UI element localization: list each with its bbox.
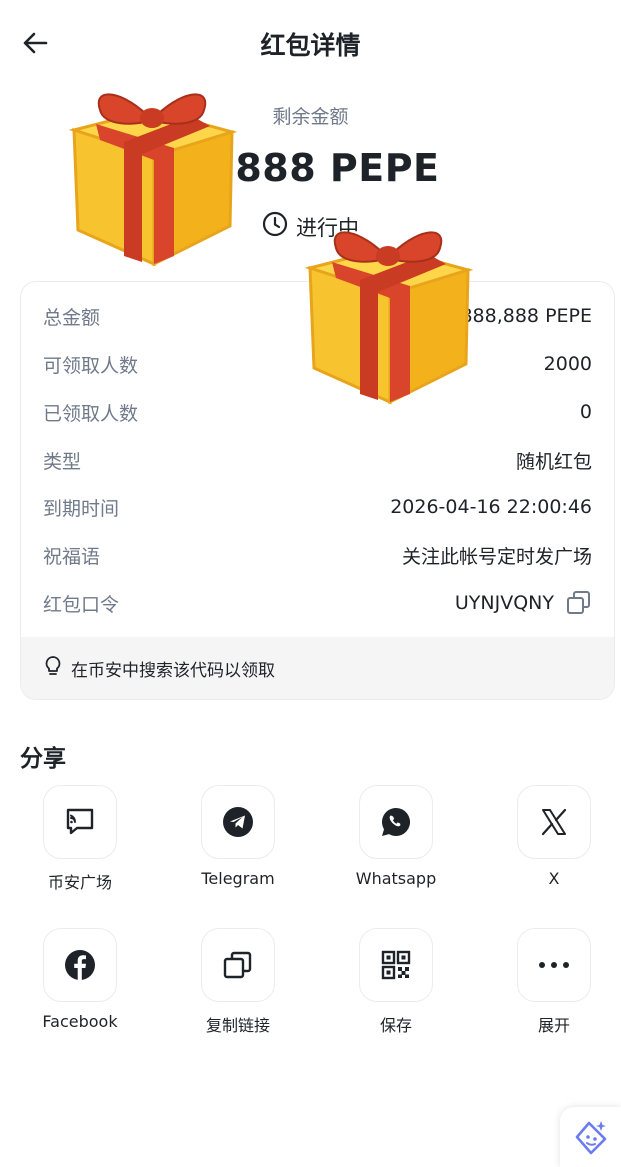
share-facebook-button[interactable]: Facebook [20,928,140,1031]
detail-label: 类型 [43,450,82,473]
square-chat-icon [43,785,117,859]
share-label: Whatsapp [355,869,437,888]
share-label: 币安广场 [47,873,112,892]
detail-row-code: 红包口令 UYNJVQNY [43,588,592,618]
red-packet-code: UYNJVQNY [454,592,554,614]
share-x-button[interactable]: X [494,785,614,888]
page-title: 红包详情 [260,31,361,60]
share-binance-square-button[interactable]: 币安广场 [20,785,140,893]
share-more-button[interactable]: 展开 [494,928,614,1036]
lightbulb-icon [43,655,63,682]
detail-label: 到期时间 [43,497,120,520]
detail-label: 可领取人数 [43,354,139,377]
gift-box-icon [304,231,474,405]
copy-icon[interactable] [566,590,592,616]
telegram-icon [201,785,275,859]
detail-row-expiry: 到期时间 2026-04-16 22:00:46 [43,492,592,522]
copy-link-icon [201,928,275,1002]
share-label: Telegram [201,869,275,888]
x-icon [517,785,591,859]
share-label: Facebook [42,1012,118,1031]
detail-label: 已领取人数 [43,402,139,425]
share-title: 分享 [20,746,66,772]
share-label: X [548,869,560,888]
facebook-icon [43,928,117,1002]
tip-bar: 在币安中搜索该代码以领取 [21,637,614,699]
detail-value: 2026-04-16 22:00:46 [390,496,592,518]
detail-value: 2000 [543,353,592,375]
detail-value: 关注此帐号定时发广场 [401,545,592,568]
gift-box-icon [68,93,238,267]
detail-label: 祝福语 [43,545,101,568]
detail-row-type: 类型 随机红包 [43,445,592,475]
qr-code-icon [359,928,433,1002]
share-copy-link-button[interactable]: 复制链接 [178,928,298,1036]
share-label: 复制链接 [205,1016,270,1035]
whatsapp-icon [359,785,433,859]
tip-text: 在币安中搜索该代码以领取 [71,660,275,681]
detail-row-greeting: 祝福语 关注此帐号定时发广场 [43,540,592,570]
detail-label: 红包口令 [43,593,120,616]
clock-icon [262,211,288,242]
detail-value: 随机红包 [515,450,592,473]
detail-label: 总金额 [43,306,101,329]
detail-value-code: UYNJVQNY [455,590,592,616]
share-label: 保存 [379,1016,412,1035]
share-save-button[interactable]: 保存 [336,928,456,1036]
share-label: 展开 [537,1016,570,1035]
detail-value: 0 [579,401,592,423]
share-telegram-button[interactable]: Telegram [178,785,298,888]
more-icon [517,928,591,1002]
sparkle-face-icon [575,1121,606,1155]
detail-value: 888,888 PEPE [460,305,592,327]
ai-assistant-button[interactable] [560,1107,621,1167]
share-whatsapp-button[interactable]: Whatsapp [336,785,456,888]
header: 红包详情 [0,0,621,88]
